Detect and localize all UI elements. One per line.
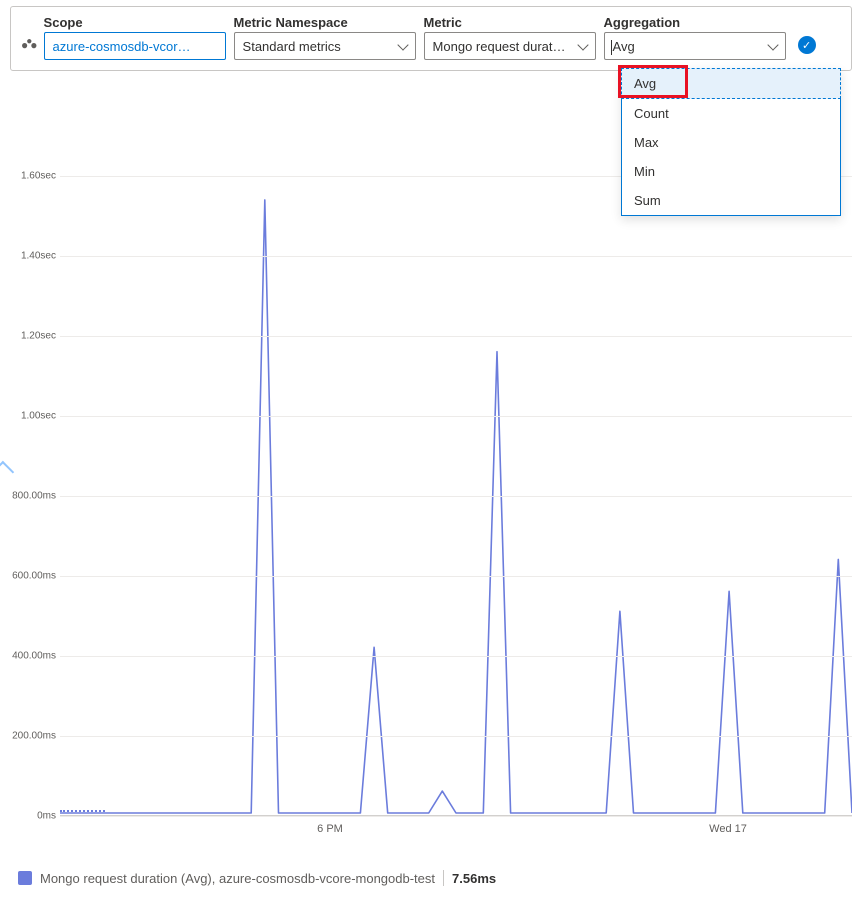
y-tick-label: 0ms	[37, 811, 56, 822]
aggregation-option-min[interactable]: Min	[622, 157, 840, 186]
grid-line	[60, 336, 852, 337]
aggregation-option-count[interactable]: Count	[622, 99, 840, 128]
aggregation-picker[interactable]: Avg	[604, 32, 786, 60]
legend-series-text: Mongo request duration (Avg), azure-cosm…	[40, 871, 435, 886]
y-tick-label: 800.00ms	[12, 491, 56, 502]
grid-line	[60, 496, 852, 497]
metric-picker[interactable]: Mongo request durat…	[424, 32, 596, 60]
line-series-icon: ●●●	[21, 36, 36, 60]
scope-field: Scope azure-cosmosdb-vcore-m…	[44, 15, 226, 60]
namespace-label: Metric Namespace	[234, 15, 416, 30]
namespace-value: Standard metrics	[243, 39, 341, 54]
aggregation-label: Aggregation	[604, 15, 786, 30]
legend-divider	[443, 870, 444, 886]
scope-value: azure-cosmosdb-vcore-m…	[53, 39, 193, 54]
grid-line	[60, 576, 852, 577]
metric-label: Metric	[424, 15, 596, 30]
legend-swatch	[18, 871, 32, 885]
metric-chart: 0ms 200.00ms 400.00ms 600.00ms 800.00ms 1.00s…	[10, 176, 852, 826]
grid-line	[60, 816, 852, 817]
chart-legend: Mongo request duration (Avg), azure-cosm…	[18, 870, 496, 886]
aggregation-option-avg[interactable]: Avg	[621, 68, 841, 99]
confirm-icon[interactable]: ✓	[798, 36, 816, 54]
aggregation-dropdown: Avg Count Max Min Sum	[621, 68, 841, 216]
y-tick-label: 600.00ms	[12, 571, 56, 582]
scope-picker[interactable]: azure-cosmosdb-vcore-m…	[44, 32, 226, 60]
grid-line	[60, 256, 852, 257]
aggregation-option-max[interactable]: Max	[622, 128, 840, 157]
x-tick-label: Wed 17	[709, 823, 747, 835]
grid-line	[60, 736, 852, 737]
y-axis-labels: 0ms200.00ms400.00ms600.00ms800.00ms1.00s…	[10, 176, 60, 816]
aggregation-field: Aggregation Avg	[604, 15, 786, 60]
aggregation-option-sum[interactable]: Sum	[622, 186, 840, 215]
y-tick-label: 200.00ms	[12, 731, 56, 742]
grid-line	[60, 656, 852, 657]
y-tick-label: 1.20sec	[21, 331, 56, 342]
legend-value: 7.56ms	[452, 871, 496, 886]
y-tick-label: 1.00sec	[21, 411, 56, 422]
y-tick-label: 1.60sec	[21, 171, 56, 182]
metric-value: Mongo request durat…	[433, 39, 566, 54]
scope-label: Scope	[44, 15, 226, 30]
chart-plot-area[interactable]	[60, 176, 852, 816]
metric-selector-bar: ●●● Scope azure-cosmosdb-vcore-m… Metric…	[10, 6, 852, 71]
namespace-field: Metric Namespace Standard metrics	[234, 15, 416, 60]
metric-field: Metric Mongo request durat…	[424, 15, 596, 60]
chevron-down-icon	[397, 39, 408, 50]
namespace-picker[interactable]: Standard metrics	[234, 32, 416, 60]
y-tick-label: 1.40sec	[21, 251, 56, 262]
chevron-down-icon	[767, 39, 778, 50]
y-tick-label: 400.00ms	[12, 651, 56, 662]
grid-line	[60, 416, 852, 417]
aggregation-value: Avg	[613, 39, 635, 54]
chevron-down-icon	[577, 39, 588, 50]
x-tick-label: 6 PM	[317, 823, 343, 835]
